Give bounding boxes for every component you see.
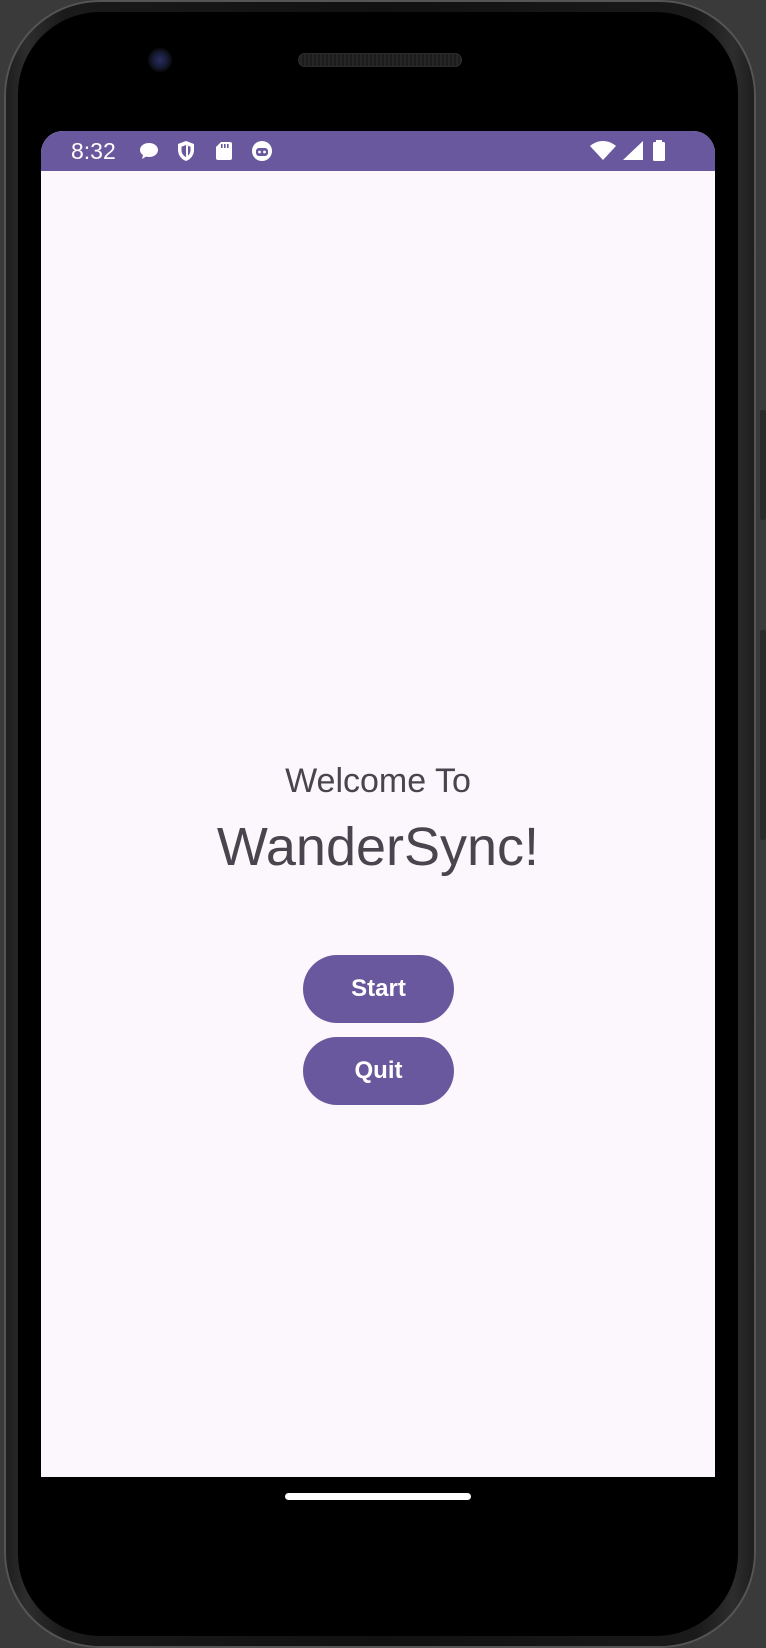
device-frame: 8:32 Welcome To WanderSync! Start Quit (0, 0, 766, 1648)
quit-button[interactable]: Quit (303, 1037, 454, 1105)
app-title: WanderSync! (216, 817, 540, 877)
chat-bubble-icon (137, 139, 161, 163)
shield-icon (174, 139, 198, 163)
home-gesture-handle[interactable] (285, 1493, 471, 1500)
sd-card-icon (212, 139, 236, 163)
volume-button[interactable] (760, 630, 766, 840)
status-bar: 8:32 (41, 131, 715, 171)
robot-face-icon (250, 139, 274, 163)
start-button[interactable]: Start (303, 955, 454, 1023)
front-camera (148, 48, 172, 72)
cell-signal-icon (621, 139, 645, 163)
welcome-text: Welcome To (285, 762, 471, 800)
screen: 8:32 Welcome To WanderSync! Start Quit (41, 131, 715, 1477)
wifi-icon (589, 139, 617, 163)
battery-icon (651, 139, 667, 163)
status-time: 8:32 (71, 138, 116, 164)
power-button[interactable] (760, 410, 766, 520)
earpiece-speaker (298, 53, 462, 67)
